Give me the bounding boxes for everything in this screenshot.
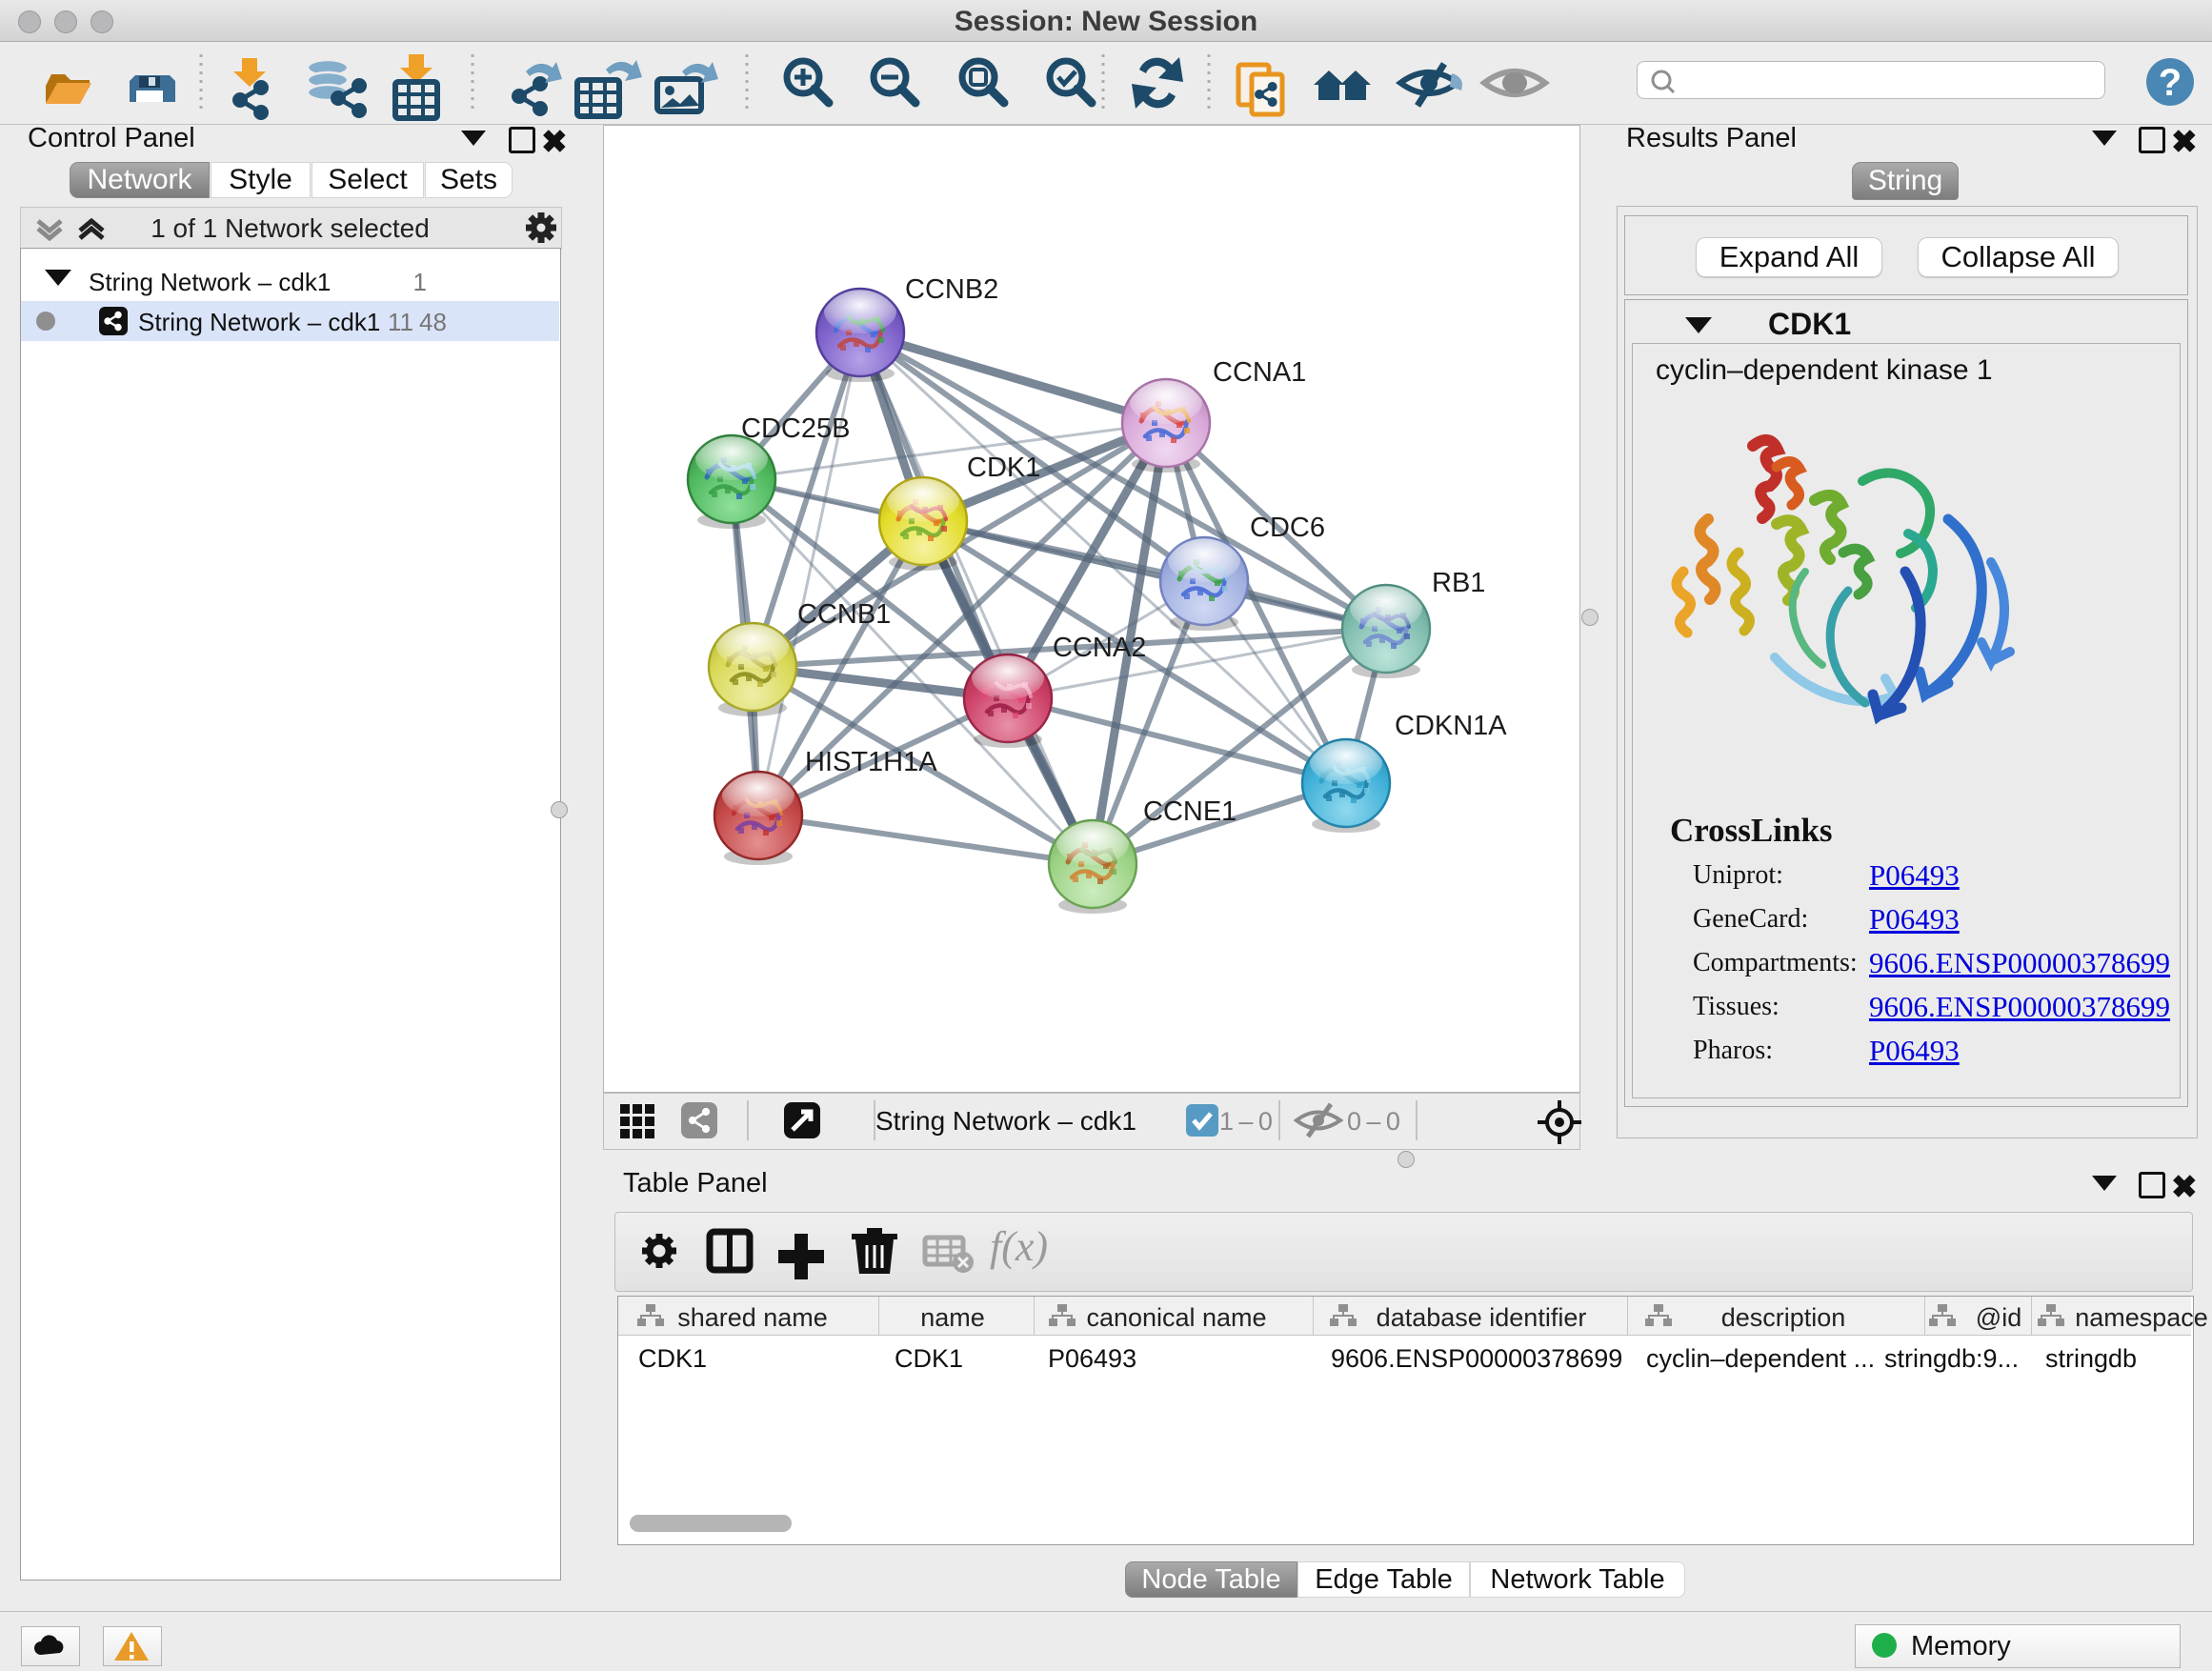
svg-text:CCNA1: CCNA1 <box>1213 357 1306 388</box>
svg-text:RB1: RB1 <box>1432 568 1485 598</box>
svg-text:CDK1: CDK1 <box>967 453 1040 483</box>
svg-text:?: ? <box>2159 62 2182 104</box>
svg-text:CDKN1A: CDKN1A <box>1395 711 1507 741</box>
svg-text:CCNA2: CCNA2 <box>1053 633 1146 663</box>
svg-text:CDC25B: CDC25B <box>741 413 850 444</box>
svg-text:HIST1H1A: HIST1H1A <box>805 747 937 777</box>
svg-text:CDC6: CDC6 <box>1250 513 1325 543</box>
svg-text:CCNB1: CCNB1 <box>797 599 891 630</box>
svg-text:CCNB2: CCNB2 <box>905 274 998 305</box>
svg-text:CCNE1: CCNE1 <box>1143 796 1237 827</box>
